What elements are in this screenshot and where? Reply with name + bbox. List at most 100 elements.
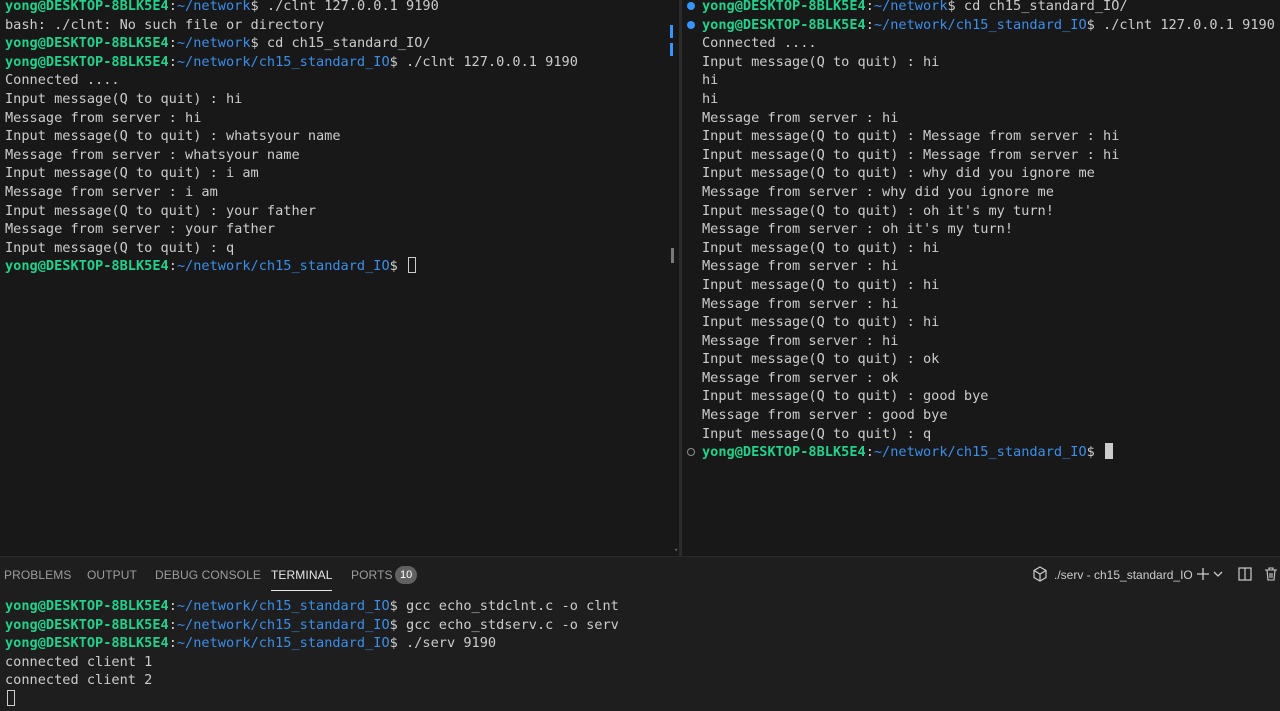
terminal-output: yong@DESKTOP-8BLK5E4:~/network$ ./clnt 1… [5, 0, 578, 276]
terminal-line: yong@DESKTOP-8BLK5E4:~/network$ ./clnt 1… [5, 0, 578, 16]
terminal-text: $ ./serv 9190 [389, 635, 497, 652]
terminal-text: Input message(Q to quit) : Message from … [702, 146, 1120, 163]
terminal-line: Input message(Q to quit) : whatsyour nam… [5, 127, 578, 146]
terminal-line: Message from server : hi [702, 109, 1275, 128]
terminal-text: Input message(Q to quit) : hi [702, 53, 940, 70]
terminal-text: connected client 2 [5, 672, 153, 689]
terminal-text: $ cd ch15_standard_IO/ [947, 0, 1128, 14]
terminal-text: hi [702, 90, 719, 107]
terminal-line: Input message(Q to quit) : q [5, 239, 578, 258]
terminal-text: Input message(Q to quit) : your father [5, 202, 316, 219]
scrollbar-thumb[interactable] [671, 248, 674, 263]
tab-terminal[interactable]: TERMINAL [271, 568, 333, 591]
prompt-user: yong@DESKTOP-8BLK5E4 [702, 16, 866, 33]
trash-icon[interactable] [1262, 565, 1280, 583]
terminal-text: : [168, 0, 177, 14]
terminal-text: Message from server : i am [5, 183, 218, 200]
ports-count-badge: 10 [395, 566, 418, 584]
terminal-text: : [168, 635, 177, 652]
terminal-line: Connected .... [702, 34, 1275, 53]
terminal-text: Input message(Q to quit) : why did you i… [702, 165, 1095, 182]
terminal-output-bottom[interactable]: yong@DESKTOP-8BLK5E4: ~/network/ch15_stan… [5, 597, 619, 709]
terminal-line: hi [702, 71, 1275, 90]
terminal-pane-right[interactable]: yong@DESKTOP-8BLK5E4:~/network$ cd ch15_… [682, 0, 1280, 556]
active-terminal-name[interactable]: ./serv - ch15_standard_IO [1054, 568, 1193, 582]
cursor [1105, 443, 1114, 460]
terminal-line: Input message(Q to quit) : hi [702, 276, 1275, 295]
terminal-line: Input message(Q to quit) : hi [702, 313, 1275, 332]
split-icon[interactable] [1236, 565, 1254, 583]
prompt-user: yong@DESKTOP-8BLK5E4 [5, 0, 169, 14]
tab-problems[interactable]: PROBLEMS [4, 568, 72, 582]
terminal-text: Message from server : whatsyour name [5, 146, 300, 163]
terminal-text: $ cd ch15_standard_IO/ [250, 35, 431, 52]
terminal-line: connected client 2 [5, 671, 619, 690]
prompt-path: ~/network/ch15_standard_IO [176, 598, 390, 614]
terminal-text: $ [1086, 444, 1104, 461]
cursor [408, 257, 417, 274]
terminal-text: Message from server : hi [5, 109, 202, 126]
command-success-icon[interactable] [687, 2, 695, 10]
terminal-text: Connected .... [702, 35, 817, 52]
prompt-user: yong@DESKTOP-8BLK5E4 [5, 258, 169, 275]
prompt-path: ~/network/ch15_standard_IO [176, 258, 390, 275]
prompt-user: yong@DESKTOP-8BLK5E4 [5, 598, 169, 614]
terminal-text: : [865, 16, 874, 33]
terminal-text: Connected .... [5, 72, 120, 89]
terminal-text: Input message(Q to quit) : hi [702, 276, 940, 293]
terminal-text: Input message(Q to quit) : Message from … [702, 128, 1120, 145]
terminal-text: $ ./clnt 127.0.0.1 9190 [389, 53, 578, 70]
scroll-down-icon[interactable]: ▾ [674, 547, 678, 554]
terminal-text: Message from server : hi [702, 109, 899, 126]
prompt-user: yong@DESKTOP-8BLK5E4 [702, 0, 866, 14]
prompt-path: ~/network/ch15_standard_IO [176, 616, 390, 633]
vscode-terminal-area: yong@DESKTOP-8BLK5E4:~/network$ ./clnt 1… [0, 0, 1280, 711]
command-success-icon[interactable] [687, 20, 695, 29]
terminal-text: Message from server : ok [702, 369, 899, 386]
chevron-down-icon[interactable] [1212, 565, 1224, 583]
terminal-line: yong@DESKTOP-8BLK5E4:~/network$ cd ch15_… [5, 34, 578, 53]
terminal-text: : [168, 35, 177, 52]
tab-ports[interactable]: PORTS [351, 568, 393, 582]
terminal-text: : [865, 444, 874, 461]
terminal-line: Message from server : why did you ignore… [702, 183, 1275, 202]
command-pending-icon[interactable] [687, 448, 695, 457]
plus-icon[interactable] [1194, 565, 1212, 583]
terminal-text: Input message(Q to quit) : q [5, 239, 235, 256]
terminal-line: yong@DESKTOP-8BLK5E4:~/network/ch15_stan… [5, 616, 619, 635]
terminal-text: connected client 1 [5, 653, 153, 670]
terminal-line: Input message(Q to quit) : Message from … [702, 146, 1275, 165]
terminal-line: Input message(Q to quit) : hi [702, 239, 1275, 258]
prompt-path: ~/network [873, 0, 948, 14]
terminal-pane-left[interactable]: yong@DESKTOP-8BLK5E4:~/network$ ./clnt 1… [0, 0, 679, 556]
terminal-text: Message from server : hi [702, 258, 899, 275]
terminal-text: Message from server : your father [5, 221, 276, 238]
terminal-line: yong@DESKTOP-8BLK5E4:~/network/ch15_stan… [5, 53, 578, 72]
tab-output[interactable]: OUTPUT [87, 568, 137, 582]
terminal-line: Message from server : hi [702, 295, 1275, 314]
terminal-line: yong@DESKTOP-8BLK5E4:~/network/ch15_stan… [687, 16, 1275, 35]
terminal-line: Input message(Q to quit) : good bye [702, 387, 1275, 406]
terminal-text: $ [389, 258, 407, 275]
terminal-line: Input message(Q to quit) : why did you i… [702, 164, 1275, 183]
terminal-line: Input message(Q to quit) : oh it's my tu… [702, 202, 1275, 221]
tab-debug-console[interactable]: DEBUG CONSOLE [155, 568, 261, 582]
terminal-line: Message from server : hi [702, 332, 1275, 351]
terminal-text: Input message(Q to quit) : ok [702, 351, 940, 368]
terminal-line: yong@DESKTOP-8BLK5E4:~/network/ch15_stan… [5, 634, 619, 653]
overview-ruler-mark [670, 43, 673, 56]
terminal-line: yong@DESKTOP-8BLK5E4:~/network/ch15_stan… [5, 597, 619, 616]
terminal-text: : [865, 0, 874, 14]
terminal-text: Input message(Q to quit) : oh it's my tu… [702, 202, 1054, 219]
terminal-text: Input message(Q to quit) : hi [702, 239, 940, 256]
prompt-path: ~/network [176, 0, 251, 14]
terminal-text: Input message(Q to quit) : hi [5, 90, 243, 107]
overview-ruler-mark [670, 25, 673, 38]
terminal-line [5, 689, 619, 709]
terminal-line: Message from server : whatsyour name [5, 146, 578, 165]
terminal-line: Input message(Q to quit) : ok [702, 350, 1275, 369]
terminal-line: Input message(Q to quit) : q [702, 425, 1275, 444]
terminal-text: hi [702, 72, 719, 89]
prompt-path: ~/network/ch15_standard_IO [176, 53, 390, 70]
terminal-text: $ gcc echo_stdclnt.c -o clnt [389, 598, 619, 614]
